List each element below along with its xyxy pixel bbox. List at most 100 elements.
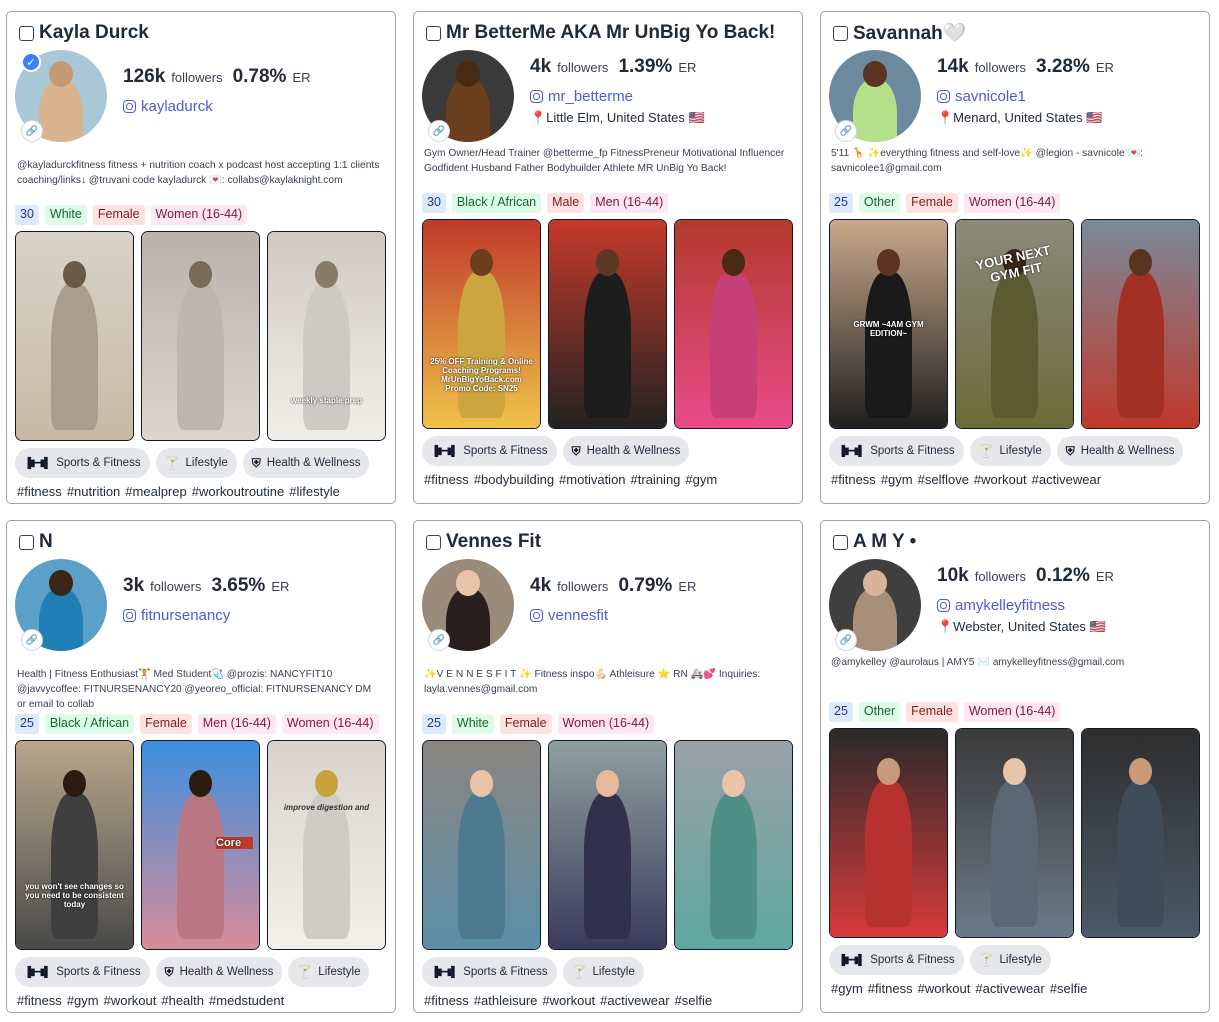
hashtag[interactable]: #gym [831,981,863,996]
hashtag[interactable]: #fitness [17,993,62,1008]
instagram-handle-link[interactable]: mr_betterme [530,88,705,105]
hashtag[interactable]: #workoutroutine [192,484,285,499]
hashtag[interactable]: #selfie [1050,981,1088,996]
hashtag[interactable]: #health [161,993,204,1008]
post-thumbnail[interactable] [548,740,667,950]
post-thumbnail[interactable] [674,219,793,429]
category-chip[interactable]: 🍸 Lifestyle [969,436,1051,466]
hashtag[interactable]: #athleisure [474,993,538,1008]
post-thumbnail[interactable] [955,728,1074,938]
post-thumbnail[interactable] [15,231,134,441]
hashtag[interactable]: #selflove [918,472,969,487]
post-thumbnail[interactable] [1081,219,1200,429]
link-icon[interactable]: 🔗 [835,120,857,142]
post-thumbnail[interactable] [422,740,541,950]
demographic-tag: Female [92,205,145,225]
post-thumbnail[interactable] [829,728,948,938]
post-thumbnail[interactable] [674,740,793,950]
hashtag[interactable]: #fitness [424,993,469,1008]
hashtag[interactable]: #bodybuilding [474,472,554,487]
thumbnail-caption: improve digestion and [283,803,370,812]
post-thumbnail[interactable]: YOUR NEXT GYM FIT [955,219,1074,429]
hashtag[interactable]: #mealprep [125,484,186,499]
card-header: Vennes Fit [422,531,794,553]
thumbnail-figure [710,793,757,939]
hashtag[interactable]: #fitness [868,981,913,996]
hashtag[interactable]: #activewear [975,981,1044,996]
hashtag[interactable]: #nutrition [67,484,120,499]
link-icon[interactable]: 🔗 [835,629,857,651]
thumbnail-figure [51,284,98,430]
creator-card[interactable]: Vennes Fit 🔗 4k followers 0.79% ER vennesfit ✨V… [413,520,803,1013]
engagement-rate: 1.39% [618,56,673,77]
hashtag[interactable]: #activewear [1032,472,1101,487]
select-checkbox[interactable] [426,25,441,41]
category-chip[interactable]: ▐▮━▮▌ Sports & Fitness [829,436,964,466]
category-chip[interactable]: 🍸 Lifestyle [155,448,237,478]
category-chip[interactable]: ⛨ Health & Wellness [562,436,690,466]
followers-label: followers [557,60,609,75]
select-checkbox[interactable] [19,25,34,41]
category-chip[interactable]: ▐▮━▮▌ Sports & Fitness [15,957,150,987]
post-thumbnail[interactable] [1081,728,1200,938]
post-thumbnail[interactable]: Core [141,740,260,950]
category-chip[interactable]: ▐▮━▮▌ Sports & Fitness [422,436,557,466]
hashtag[interactable]: #lifestyle [289,484,340,499]
category-label: Sports & Fitness [463,445,548,457]
category-chip[interactable]: ▐▮━▮▌ Sports & Fitness [422,957,557,987]
hashtag[interactable]: #workout [974,472,1027,487]
hashtag[interactable]: #workout [542,993,595,1008]
category-chip[interactable]: ▐▮━▮▌ Sports & Fitness [15,448,150,478]
post-thumbnail[interactable]: weekly staple prep [267,231,386,441]
hashtag[interactable]: #fitness [424,472,469,487]
hashtag[interactable]: #activewear [600,993,669,1008]
hashtag[interactable]: #motivation [559,472,625,487]
hashtag[interactable]: #workout [104,993,157,1008]
creator-card[interactable]: N 🔗 3k followers 3.65% ER fitnursenancy Health … [6,520,396,1013]
category-chips: ▐▮━▮▌ Sports & Fitness 🍸 Lifestyle [422,957,794,987]
instagram-handle-link[interactable]: amykelleyfitness [937,597,1114,614]
category-chip[interactable]: ▐▮━▮▌ Sports & Fitness [829,945,964,975]
hashtag[interactable]: #selfie [675,993,713,1008]
creator-card[interactable]: A M Y • 🔗 10k followers 0.12% ER amykelleyfitn… [820,520,1210,1013]
post-thumbnail[interactable]: 25% OFF Training & Online Coaching Progr… [422,219,541,429]
hashtag[interactable]: #gym [67,993,99,1008]
select-checkbox[interactable] [19,534,34,550]
er-label: ER [678,579,697,594]
category-chip[interactable]: 🍸 Lifestyle [288,957,370,987]
creator-card[interactable]: Kayla Durck ✓ 🔗 126k followers 0.78% ER kayladu… [6,11,396,504]
creator-card[interactable]: Savannah🤍 🔗 14k followers 3.28% ER savnicole1 📍… [820,11,1210,504]
post-thumbnail[interactable]: GRWM ~4AM GYM EDITION~ [829,219,948,429]
hashtag[interactable]: #gym [685,472,717,487]
select-checkbox[interactable] [833,25,848,41]
link-icon[interactable]: 🔗 [21,120,43,142]
category-chip[interactable]: ⛨ Health & Wellness [155,957,283,987]
hashtag[interactable]: #fitness [831,472,876,487]
instagram-handle-link[interactable]: kayladurck [123,98,311,115]
instagram-handle-link[interactable]: fitnursenancy [123,607,289,624]
instagram-handle-link[interactable]: vennesfit [530,607,696,624]
category-chip[interactable]: ⛨ Health & Wellness [242,448,370,478]
er-label: ER [1095,569,1114,584]
hashtag[interactable]: #training [631,472,681,487]
hashtag[interactable]: #gym [881,472,913,487]
hashtag[interactable]: #fitness [17,484,62,499]
hashtag[interactable]: #medstudent [209,993,284,1008]
category-chip[interactable]: ⛨ Health & Wellness [1056,436,1184,466]
post-thumbnail[interactable]: improve digestion and [267,740,386,950]
link-icon[interactable]: 🔗 [21,629,43,651]
creator-card[interactable]: Mr BetterMe AKA Mr UnBig Yo Back! 🔗 4k foll… [413,11,803,504]
link-icon[interactable]: 🔗 [428,629,450,651]
category-label: Lifestyle [185,457,228,469]
post-thumbnail[interactable] [141,231,260,441]
select-checkbox[interactable] [833,534,848,550]
cocktail-icon: 🍸 [571,965,587,979]
instagram-handle-link[interactable]: savnicole1 [937,88,1114,105]
category-chip[interactable]: 🍸 Lifestyle [969,945,1051,975]
hashtag[interactable]: #workout [918,981,971,996]
post-thumbnail[interactable]: you won't see changes so you need to be … [15,740,134,950]
category-chip[interactable]: 🍸 Lifestyle [562,957,644,987]
post-thumbnail[interactable] [548,219,667,429]
link-icon[interactable]: 🔗 [428,120,450,142]
select-checkbox[interactable] [426,534,441,550]
